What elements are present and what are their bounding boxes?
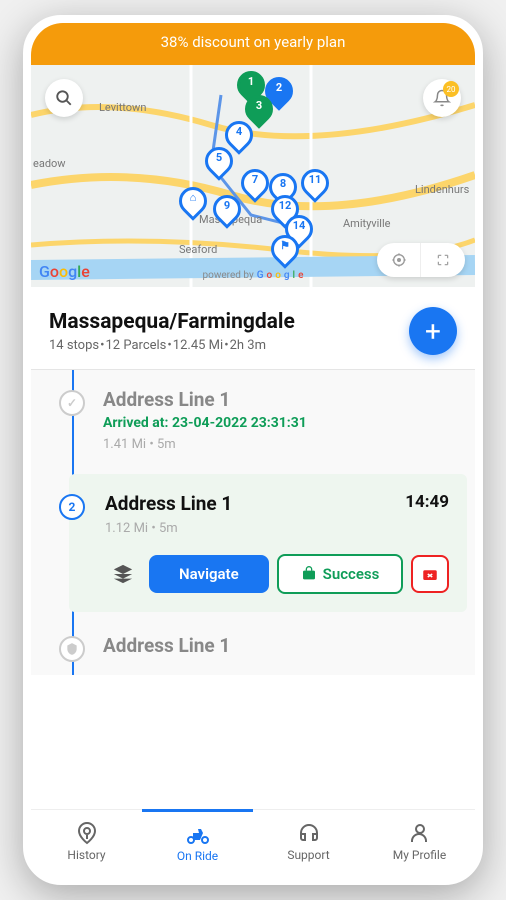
map-label: eadow: [33, 157, 66, 170]
stop-eta: 14:49: [405, 492, 449, 512]
layers-icon: [112, 563, 134, 585]
stop-meta: 1.12 Mi • 5m: [105, 521, 451, 536]
stop-marker-shield: [59, 636, 85, 662]
shield-icon: [65, 642, 79, 656]
map-label: Amityville: [343, 217, 391, 230]
stop-title: Address Line 1: [103, 634, 459, 657]
stop-row-current[interactable]: 2 Address Line 1 14:49 1.12 Mi • 5m Navi…: [69, 474, 467, 612]
fullscreen-button[interactable]: [421, 243, 465, 277]
tab-history[interactable]: History: [31, 810, 142, 877]
discount-banner[interactable]: 38% discount on yearly plan: [31, 23, 475, 65]
locate-button[interactable]: [377, 243, 421, 277]
package-icon: [301, 566, 317, 582]
add-stop-button[interactable]: +: [409, 307, 457, 355]
headset-icon: [297, 821, 321, 845]
map-search-button[interactable]: [45, 79, 83, 117]
map[interactable]: Levittown eadow Massapequa Seaford Amity…: [31, 65, 475, 287]
stop-marker: 2: [59, 494, 85, 520]
scooter-icon: [186, 822, 210, 846]
map-label: Lindenhurs: [415, 183, 469, 196]
stop-meta: 1.41 Mi • 5m: [103, 437, 459, 452]
tab-support[interactable]: Support: [253, 810, 364, 877]
stop-title: Address Line 1: [105, 492, 451, 515]
success-button[interactable]: Success: [277, 554, 404, 594]
tab-on-ride[interactable]: On Ride: [142, 809, 253, 877]
expand-icon: [436, 253, 450, 267]
google-logo: Google: [39, 262, 90, 281]
crosshair-icon: [391, 252, 407, 268]
route-stats: 14 stops • 12 Parcels • 12.45 Mi • 2h 3m: [49, 338, 295, 353]
tab-bar: History On Ride Support My Profile: [31, 809, 475, 877]
history-icon: [75, 821, 99, 845]
tab-profile[interactable]: My Profile: [364, 810, 475, 877]
route-header: Massapequa/Farmingdale 14 stops • 12 Par…: [31, 291, 475, 369]
fail-button[interactable]: [411, 555, 449, 593]
stop-arrived: Arrived at: 23-04-2022 23:31:31: [103, 415, 459, 431]
stop-marker-done: ✓: [59, 390, 85, 416]
notification-button[interactable]: 20: [423, 79, 461, 117]
stop-title: Address Line 1: [103, 388, 459, 411]
powered-by: powered by Google: [203, 270, 304, 281]
stop-row[interactable]: Address Line 1: [61, 616, 475, 675]
map-label: Levittown: [99, 101, 146, 114]
layers-button[interactable]: [105, 556, 141, 592]
map-label: Seaford: [179, 243, 217, 256]
navigate-button[interactable]: Navigate: [149, 555, 269, 593]
stop-row[interactable]: ✓ Address Line 1 Arrived at: 23-04-2022 …: [61, 370, 475, 470]
search-icon: [55, 89, 73, 107]
profile-icon: [408, 821, 432, 845]
package-x-icon: [421, 565, 439, 583]
notification-badge: 20: [443, 81, 459, 97]
route-title: Massapequa/Farmingdale: [49, 310, 295, 334]
